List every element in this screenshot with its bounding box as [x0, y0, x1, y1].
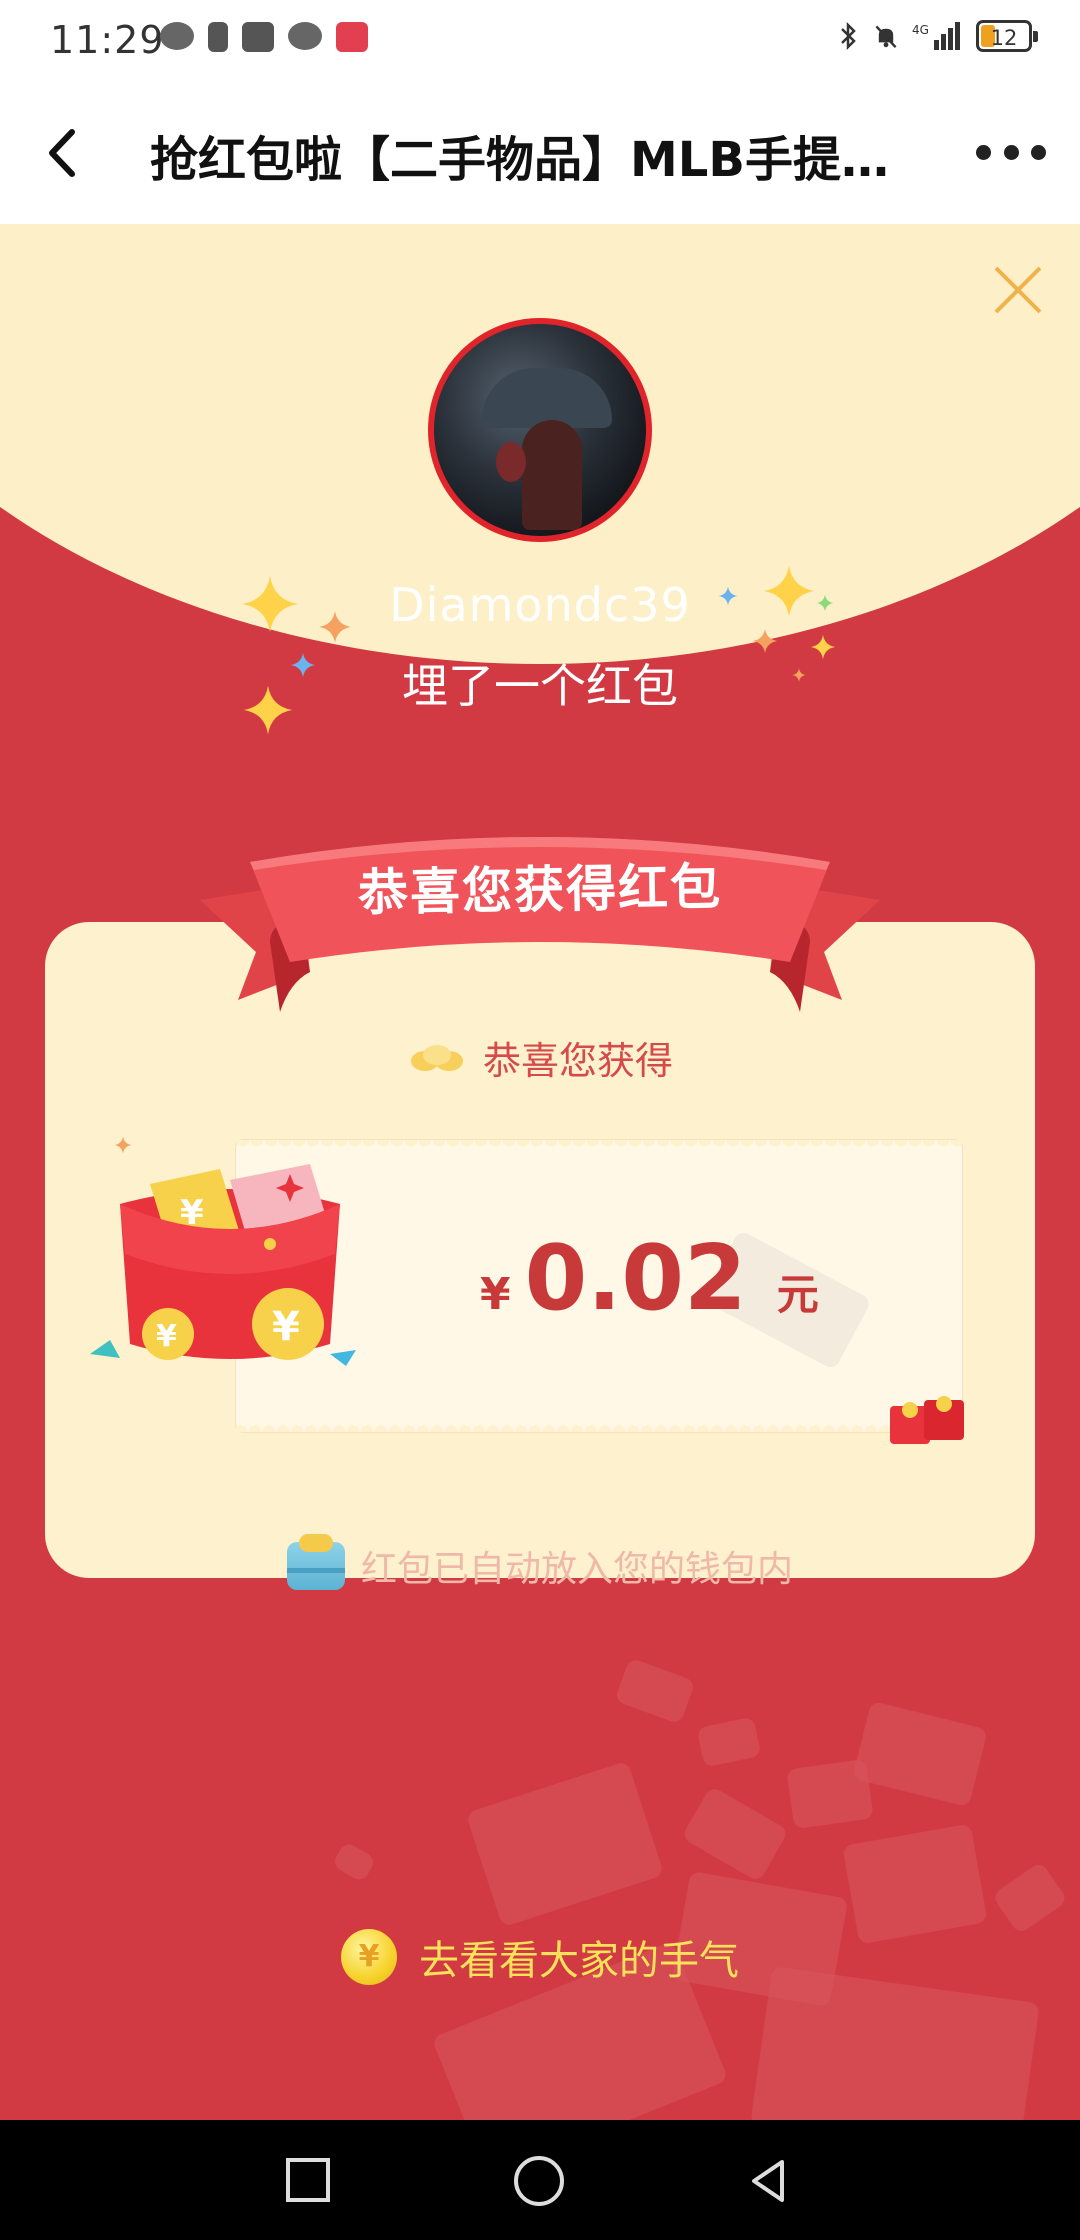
amount-value: 0.02 — [524, 1226, 747, 1331]
wallet-notice: 红包已自动放入您的钱包内 — [360, 1549, 793, 1590]
coin-stack-icon — [410, 1044, 463, 1071]
back-button[interactable] — [30, 118, 100, 188]
svg-text:4G: 4G — [912, 23, 929, 37]
coin-icon: ¥ — [341, 1929, 397, 1985]
battery-level: 12 — [990, 26, 1018, 50]
received-label-row: 恭喜您获得 — [0, 1030, 1080, 1085]
ribbon-title: 恭喜您获得红包 — [357, 857, 723, 923]
decor-shape — [614, 1657, 696, 1725]
decor-shape — [991, 1861, 1069, 1935]
system-icons: 4G 12 — [836, 20, 1038, 52]
sender-name: Diamondc39 — [389, 578, 691, 632]
recent-apps-icon[interactable] — [286, 2158, 330, 2202]
avatar — [428, 318, 652, 542]
system-nav-bar — [0, 2120, 1080, 2240]
decor-shape — [750, 1965, 1040, 2120]
book-icon — [336, 22, 368, 52]
wallet-icon — [286, 1534, 345, 1590]
see-luck-link[interactable]: ¥ 去看看大家的手气 — [0, 1928, 1080, 1986]
see-luck-label: 去看看大家的手气 — [419, 1938, 739, 1984]
mute-bell-icon — [875, 25, 897, 49]
signal-4g-icon: 4G — [912, 22, 960, 50]
wechat-icon — [160, 22, 194, 50]
decor-shape — [842, 1823, 988, 1945]
sparkle-icon — [114, 1136, 132, 1154]
red-envelope-screen: Diamondc39 埋了一个红包 恭喜您获得红包 恭喜您获得 ¥ ¥ ¥ ¥ … — [0, 224, 1080, 2120]
more-dots-icon — [976, 144, 991, 160]
title-bar: 抢红包啦【二手物品】MLB手提… — [0, 82, 1080, 224]
status-bar: 11:29 4G 12 — [0, 0, 1080, 82]
decor-shape — [465, 1760, 665, 1928]
status-time: 11:29 — [50, 18, 165, 62]
home-icon[interactable] — [514, 2156, 564, 2206]
currency-symbol: ¥ — [480, 1269, 511, 1320]
wechat-icon — [288, 22, 322, 50]
sender-action: 埋了一个红包 — [402, 659, 678, 713]
close-icon[interactable] — [986, 258, 1050, 322]
bluetooth-icon — [841, 21, 856, 51]
decor-shape — [786, 1758, 874, 1830]
red-envelope-illustration: ¥ ¥ ¥ — [90, 1164, 356, 1366]
page-title: 抢红包啦【二手物品】MLB手提… — [150, 132, 889, 188]
decor-shape — [852, 1700, 988, 1808]
more-button[interactable] — [976, 132, 1046, 172]
decor-shape — [331, 1840, 377, 1884]
huawei-icon — [242, 22, 274, 52]
decor-shape — [681, 1785, 789, 1883]
svg-text:¥: ¥ — [156, 1319, 177, 1354]
mini-envelope-icon — [890, 1396, 964, 1444]
battery-icon: 12 — [976, 20, 1038, 52]
amount-unit: 元 — [776, 1270, 819, 1319]
back-icon[interactable] — [744, 2156, 794, 2206]
alert-icon — [208, 22, 228, 52]
received-label: 恭喜您获得 — [482, 1039, 673, 1083]
wallet-notice-row: 红包已自动放入您的钱包内 — [0, 1534, 1080, 1592]
chevron-left-icon — [49, 129, 75, 177]
svg-text:¥: ¥ — [272, 1304, 300, 1350]
decor-shape — [696, 1716, 762, 1768]
notification-icons — [160, 22, 368, 52]
amount-row: ¥ 0.02 元 — [480, 1226, 819, 1331]
